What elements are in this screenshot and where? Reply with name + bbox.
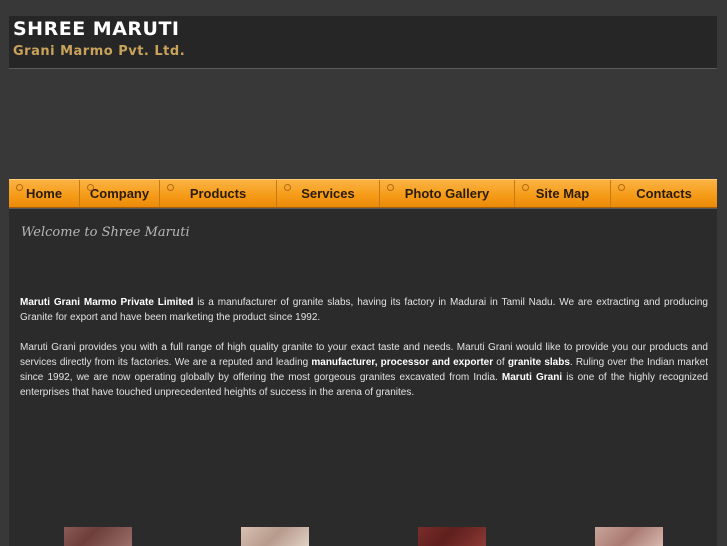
about-bold-c: Maruti Grani bbox=[501, 372, 563, 383]
nav-photo-gallery[interactable]: Photo Gallery bbox=[380, 180, 515, 207]
nav-bullet-icon bbox=[284, 184, 291, 191]
nav-bullet-icon bbox=[87, 184, 94, 191]
granite-thumbnail[interactable] bbox=[241, 527, 309, 546]
welcome-heading: Welcome to Shree Maruti bbox=[21, 225, 190, 240]
nav-services[interactable]: Services bbox=[277, 180, 380, 207]
nav-label: Products bbox=[189, 186, 247, 201]
nav-bullet-icon bbox=[167, 184, 174, 191]
about-bold-b: granite slabs bbox=[507, 357, 570, 368]
nav-site-map[interactable]: Site Map bbox=[515, 180, 611, 207]
nav-label: Company bbox=[89, 186, 150, 201]
nav-bullet-icon bbox=[387, 184, 394, 191]
nav-bullet-icon bbox=[618, 184, 625, 191]
about-bold-a: manufacturer, processor and exporter bbox=[311, 357, 494, 368]
nav-products[interactable]: Products bbox=[160, 180, 277, 207]
about-text-b: of bbox=[493, 357, 508, 368]
nav-label: Home bbox=[25, 186, 63, 201]
company-name: Maruti Grani Marmo Private Limited bbox=[20, 297, 194, 308]
nav-label: Photo Gallery bbox=[404, 186, 490, 201]
nav-bullet-icon bbox=[522, 184, 529, 191]
nav-label: Services bbox=[301, 186, 355, 201]
nav-label: Site Map bbox=[535, 186, 590, 201]
main-content: Welcome to Shree Maruti Maruti Grani Mar… bbox=[9, 208, 717, 546]
nav-contacts[interactable]: Contacts bbox=[611, 180, 717, 207]
site-header: Shree Maruti Grani Marmo Pvt. Ltd. bbox=[9, 16, 717, 69]
logo-title[interactable]: Shree Maruti bbox=[13, 18, 180, 40]
main-nav: Home Company Products Services Photo Gal… bbox=[9, 179, 717, 208]
nav-home[interactable]: Home bbox=[9, 180, 80, 207]
nav-label: Contacts bbox=[636, 186, 692, 201]
granite-thumbnail[interactable] bbox=[595, 527, 663, 546]
about-paragraph: Maruti Grani provides you with a full ra… bbox=[20, 340, 708, 400]
intro-paragraph: Maruti Grani Marmo Private Limited is a … bbox=[20, 295, 708, 325]
logo-subtitle[interactable]: Grani Marmo Pvt. Ltd. bbox=[13, 44, 185, 59]
granite-thumbnail[interactable] bbox=[418, 527, 486, 546]
granite-thumbnail[interactable] bbox=[64, 527, 132, 546]
nav-company[interactable]: Company bbox=[80, 180, 160, 207]
nav-bullet-icon bbox=[16, 184, 23, 191]
